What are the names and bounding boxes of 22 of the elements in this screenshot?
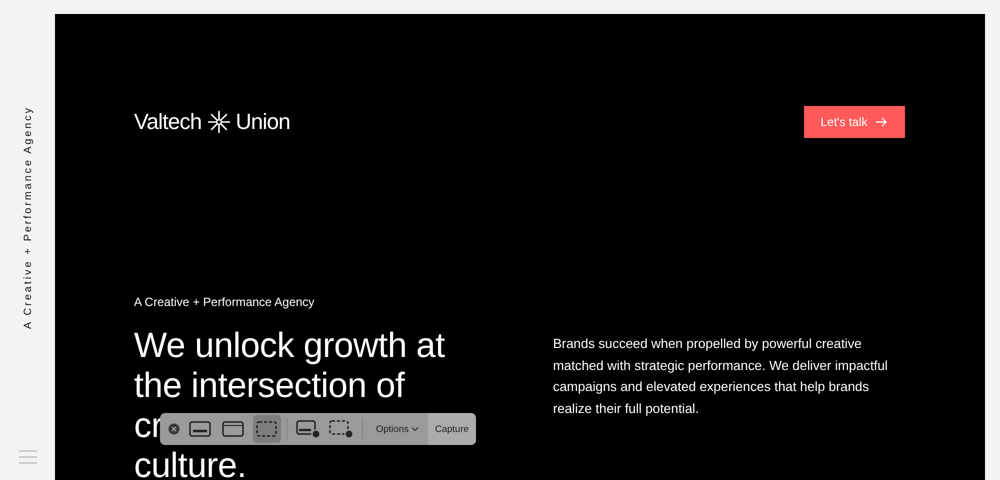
intro-paragraph: Brands succeed when propelled by powerful creative matched with strategic performance. We deliver impactful campaigns and elevated experiences that help brands realize their full potential. xyxy=(553,335,889,418)
capture-button[interactable]: Capture xyxy=(428,413,476,445)
asterisk-icon xyxy=(208,111,230,133)
selection-icon xyxy=(254,419,280,439)
window-icon xyxy=(220,419,246,439)
arrow-right-icon xyxy=(876,117,888,127)
eyebrow-text: A Creative + Performance Agency xyxy=(134,295,316,309)
capture-tool[interactable] xyxy=(252,415,280,443)
headline-line: We unlock growth at xyxy=(134,326,445,366)
close-icon[interactable] xyxy=(168,423,180,435)
lets-talk-button[interactable]: Let's talk xyxy=(804,106,905,138)
record-screen-icon xyxy=(296,419,322,439)
record-selection-icon xyxy=(328,419,354,439)
capture-screen-icon xyxy=(188,419,214,439)
headline-line: the intersection of xyxy=(134,366,405,406)
headline-line: culture. xyxy=(134,446,246,480)
headline-line: cr xyxy=(134,406,163,446)
logo-text: Union xyxy=(236,109,290,135)
logo-text: Valtech xyxy=(134,109,202,135)
vertical-tagline: A Creative + Performance Agency xyxy=(22,106,34,329)
chevron-down-icon xyxy=(410,426,419,432)
options-dropdown[interactable]: Options xyxy=(367,424,428,434)
